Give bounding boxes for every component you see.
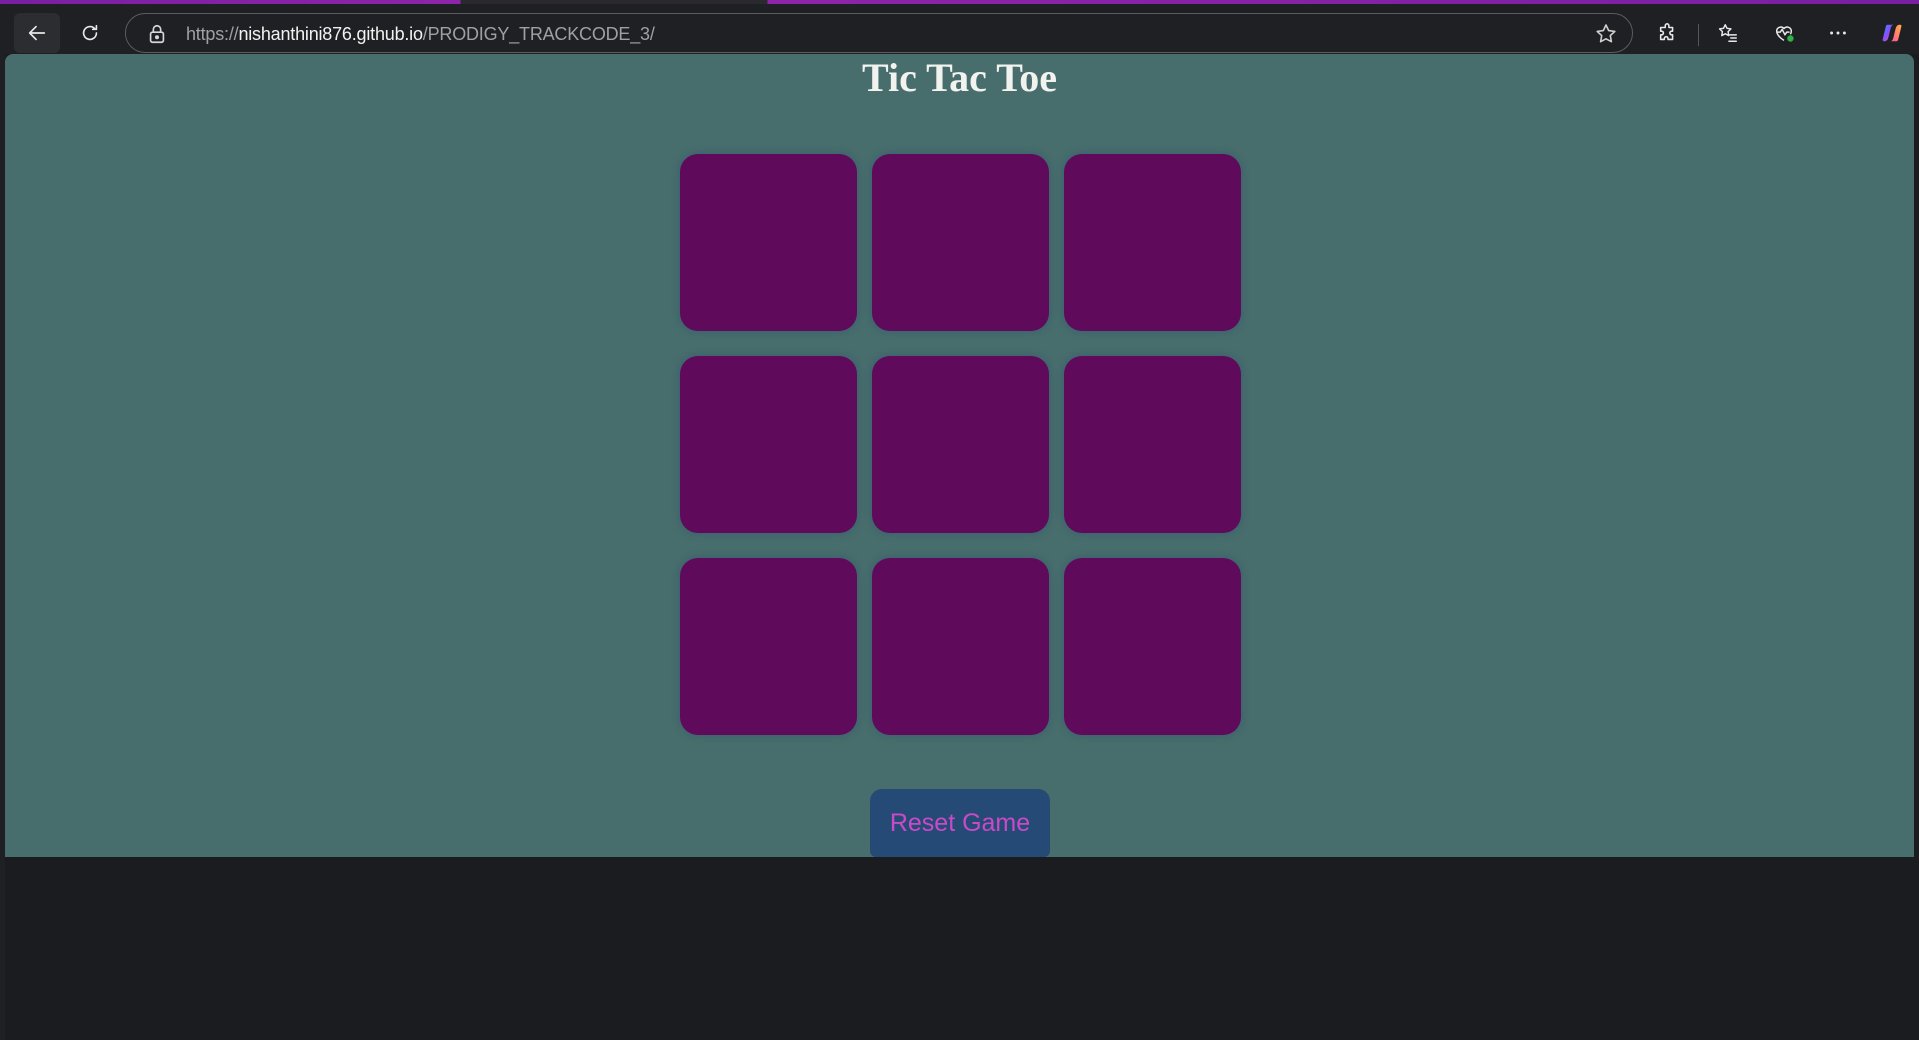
- refresh-icon: [82, 24, 98, 41]
- puzzle-icon: [1659, 23, 1674, 41]
- address-bar[interactable]: https://nishanthini876.github.io/PRODIGY…: [125, 13, 1633, 53]
- copilot-button[interactable]: [1872, 13, 1912, 53]
- favorites-list-icon: [1718, 24, 1737, 42]
- board-cell-3[interactable]: [1064, 154, 1241, 331]
- board-cell-7[interactable]: [680, 558, 857, 735]
- copilot-icon: [1882, 24, 1902, 42]
- board-cell-4[interactable]: [680, 356, 857, 533]
- lock-icon[interactable]: [146, 23, 168, 45]
- game-board: [680, 154, 1241, 735]
- board-cell-5[interactable]: [872, 356, 1049, 533]
- url-text[interactable]: https://nishanthini876.github.io/PRODIGY…: [186, 24, 655, 45]
- url-path: /PRODIGY_TRACKCODE_3/: [422, 24, 655, 44]
- url-host: nishanthini876.github.io: [238, 24, 423, 44]
- star-icon[interactable]: [1594, 22, 1618, 46]
- back-button[interactable]: [14, 13, 60, 53]
- browser-toolbar: https://nishanthini876.github.io/PRODIGY…: [0, 4, 1919, 54]
- more-button[interactable]: [1818, 13, 1858, 53]
- browser-essentials-icon: [1775, 26, 1794, 42]
- game-page: Tic Tac Toe Reset Game: [5, 54, 1914, 857]
- page-title: Tic Tac Toe: [862, 55, 1057, 100]
- board-cell-9[interactable]: [1064, 558, 1241, 735]
- board-cell-6[interactable]: [1064, 356, 1241, 533]
- board-cell-2[interactable]: [872, 154, 1049, 331]
- toolbar-separator: [1698, 24, 1699, 46]
- browser-essentials-button[interactable]: [1764, 13, 1804, 53]
- page-viewport: Tic Tac Toe Reset Game: [5, 54, 1914, 1036]
- board-cell-8[interactable]: [872, 558, 1049, 735]
- reset-game-button[interactable]: Reset Game: [870, 789, 1050, 857]
- more-dots-icon: [1830, 31, 1846, 35]
- url-prefix: https://: [186, 24, 239, 44]
- board-cell-1[interactable]: [680, 154, 857, 331]
- favorites-button[interactable]: [1708, 13, 1748, 53]
- extensions-button[interactable]: [1648, 13, 1688, 53]
- arrow-left-icon: [28, 25, 46, 41]
- refresh-button[interactable]: [70, 13, 110, 53]
